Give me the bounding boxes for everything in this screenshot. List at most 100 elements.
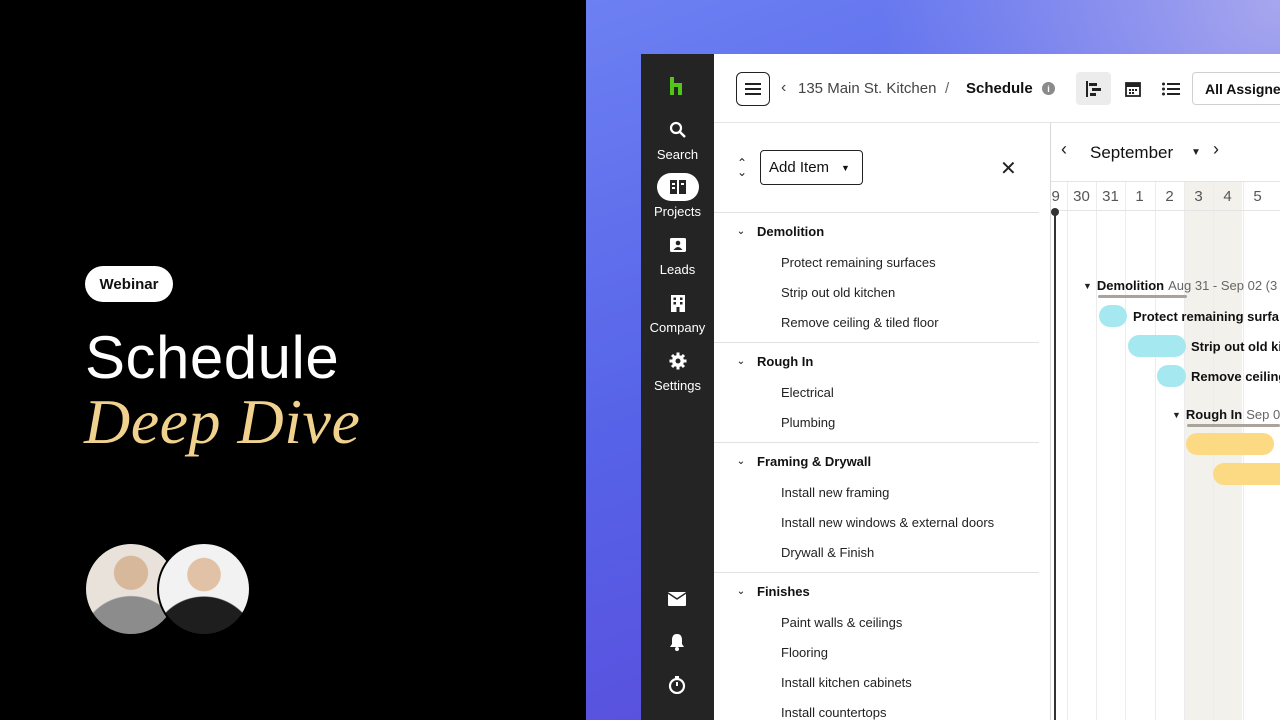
task-bar[interactable] bbox=[1099, 305, 1127, 327]
promo-title: Schedule bbox=[85, 324, 340, 391]
list-item[interactable]: Plumbing bbox=[781, 415, 835, 430]
list-item[interactable]: Electrical bbox=[781, 385, 834, 400]
caret-down-icon: ▼ bbox=[841, 162, 850, 173]
bell-icon[interactable] bbox=[667, 632, 687, 652]
info-icon[interactable]: i bbox=[1042, 82, 1055, 95]
projects-icon bbox=[656, 173, 699, 201]
day-column bbox=[1125, 181, 1154, 720]
gantt-task-label: Remove ceiling bbox=[1191, 369, 1280, 384]
today-marker bbox=[1051, 208, 1059, 216]
company-icon bbox=[657, 289, 699, 317]
schedule-list-panel: ⌃ ⌄ Add Item ▼ ✕ ⌄ Demolition Protect rem… bbox=[714, 123, 1051, 720]
group-label: Framing & Drywall bbox=[757, 454, 872, 469]
caret-down-icon: ▼ bbox=[1083, 280, 1092, 291]
day-label: 4 bbox=[1223, 188, 1232, 205]
hamburger-icon bbox=[745, 83, 761, 95]
group-demolition[interactable]: ⌄ Demolition bbox=[734, 224, 824, 239]
chevron-right-icon[interactable]: › bbox=[1213, 139, 1219, 160]
day-label: 5 bbox=[1253, 188, 1262, 205]
list-item[interactable]: Install kitchen cabinets bbox=[781, 675, 912, 690]
task-bar[interactable] bbox=[1128, 335, 1186, 357]
list-item[interactable]: Install new windows & external doors bbox=[781, 515, 994, 530]
logo-icon[interactable] bbox=[668, 76, 688, 96]
divider bbox=[714, 442, 1039, 443]
gantt-task-label: Strip out old ki bbox=[1191, 339, 1280, 354]
caret-down-icon: ▼ bbox=[1172, 409, 1181, 420]
assignee-filter[interactable]: All Assignees bbox=[1192, 72, 1280, 105]
breadcrumb-project[interactable]: 135 Main St. Kitchen bbox=[798, 80, 936, 97]
list-item[interactable]: Install new framing bbox=[781, 485, 889, 500]
day-column bbox=[1155, 181, 1184, 720]
chevron-down-icon: ⌄ bbox=[736, 226, 746, 237]
chevron-left-icon[interactable]: ‹ bbox=[781, 79, 786, 97]
calendar-icon bbox=[1124, 81, 1141, 97]
chevron-down-icon: ⌄ bbox=[736, 586, 746, 597]
group-rough-in[interactable]: ⌄ Rough In bbox=[734, 354, 814, 369]
sidebar-item-projects[interactable]: Projects bbox=[641, 173, 714, 219]
task-bar[interactable] bbox=[1213, 463, 1280, 485]
gantt-group-demolition[interactable]: ▼ Demolition Aug 31 - Sep 02 (3 bbox=[1083, 278, 1277, 293]
list-item[interactable]: Protect remaining surfaces bbox=[781, 255, 936, 270]
promo-subtitle: Deep Dive bbox=[84, 386, 361, 457]
list-item[interactable]: Flooring bbox=[781, 645, 828, 660]
gantt-task-label: Protect remaining surfa bbox=[1133, 309, 1279, 324]
collapse-all-icon[interactable]: ⌃ ⌄ bbox=[736, 157, 748, 178]
day-column bbox=[1067, 181, 1096, 720]
webinar-badge: Webinar bbox=[85, 266, 173, 302]
sidebar-item-leads[interactable]: Leads bbox=[641, 231, 714, 277]
day-label: 1 bbox=[1135, 188, 1144, 205]
sidebar: Search Projects Leads Company Settings bbox=[641, 54, 714, 720]
gantt-group-label: Demolition bbox=[1096, 278, 1165, 293]
day-header: 29 30 31 1 2 3 4 5 bbox=[1051, 181, 1280, 211]
list-view-button[interactable] bbox=[1153, 72, 1188, 105]
list-item[interactable]: Paint walls & ceilings bbox=[781, 615, 902, 630]
list-item[interactable]: Install countertops bbox=[781, 705, 887, 720]
sidebar-item-settings[interactable]: Settings bbox=[641, 347, 714, 393]
day-label: 3 bbox=[1194, 188, 1203, 205]
calendar-view-button[interactable] bbox=[1115, 72, 1150, 105]
page-title: Schedule bbox=[966, 80, 1033, 97]
leads-icon bbox=[657, 231, 699, 259]
app-window: Search Projects Leads Company Settings ‹… bbox=[641, 54, 1280, 720]
search-icon bbox=[657, 116, 699, 144]
group-label: Demolition bbox=[757, 224, 825, 239]
divider bbox=[714, 342, 1039, 343]
chevron-down-icon: ⌄ bbox=[736, 456, 746, 467]
caret-down-icon[interactable]: ▼ bbox=[1191, 147, 1201, 158]
inbox-icon[interactable] bbox=[667, 589, 687, 609]
breadcrumb-separator: / bbox=[945, 80, 950, 97]
task-bar[interactable] bbox=[1157, 365, 1186, 387]
day-label: 29 bbox=[1051, 188, 1060, 205]
gantt-view-button[interactable] bbox=[1076, 72, 1111, 105]
group-label: Finishes bbox=[757, 584, 810, 599]
divider bbox=[714, 572, 1039, 573]
sidebar-item-search[interactable]: Search bbox=[641, 116, 714, 162]
close-icon[interactable]: ✕ bbox=[1000, 156, 1017, 181]
list-item[interactable]: Remove ceiling & tiled floor bbox=[781, 315, 939, 330]
chevron-left-icon[interactable]: ‹ bbox=[1061, 139, 1067, 160]
group-framing-drywall[interactable]: ⌄ Framing & Drywall bbox=[734, 454, 871, 469]
add-item-label: Add Item bbox=[769, 159, 830, 176]
gear-icon bbox=[657, 347, 699, 375]
timer-icon[interactable] bbox=[667, 675, 687, 695]
gantt-group-range: Aug 31 - Sep 02 (3 bbox=[1168, 278, 1278, 293]
presenter-avatar-2 bbox=[157, 542, 251, 636]
list-item[interactable]: Strip out old kitchen bbox=[781, 285, 895, 300]
sidebar-item-company[interactable]: Company bbox=[641, 289, 714, 335]
gantt-group-label: Rough In bbox=[1185, 407, 1243, 422]
topbar: ‹ 135 Main St. Kitchen / Schedule i All … bbox=[714, 54, 1280, 123]
day-column bbox=[1096, 181, 1125, 720]
month-label[interactable]: September bbox=[1090, 143, 1173, 163]
day-label: 31 bbox=[1102, 188, 1119, 205]
gantt-group-rough-in[interactable]: ▼ Rough In Sep 0 bbox=[1172, 407, 1280, 422]
day-label: 2 bbox=[1165, 188, 1174, 205]
add-item-button[interactable]: Add Item ▼ bbox=[760, 150, 863, 185]
list-item[interactable]: Drywall & Finish bbox=[781, 545, 874, 560]
group-span-bar bbox=[1187, 424, 1280, 427]
menu-button[interactable] bbox=[736, 72, 770, 106]
task-bar[interactable] bbox=[1186, 433, 1274, 455]
group-finishes[interactable]: ⌄ Finishes bbox=[734, 584, 810, 599]
promo-panel: Webinar Schedule Deep Dive bbox=[0, 0, 586, 720]
gantt-icon bbox=[1085, 80, 1101, 97]
divider bbox=[714, 212, 1039, 213]
